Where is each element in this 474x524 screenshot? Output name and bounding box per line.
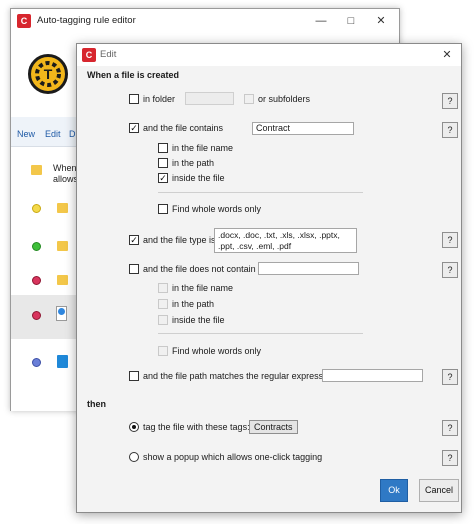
- menu-edit[interactable]: Edit: [45, 129, 61, 139]
- folder-icon: [57, 275, 68, 285]
- in-path-checkbox[interactable]: [158, 158, 168, 168]
- minimize-icon[interactable]: —: [313, 13, 329, 29]
- rule-list: When allows: [11, 149, 79, 411]
- maximize-icon[interactable]: □: [343, 13, 359, 29]
- red-status-icon: [32, 276, 41, 285]
- file-type-checkbox[interactable]: ✓: [129, 235, 139, 245]
- pdf-file-icon: [56, 306, 67, 321]
- green-status-icon: [32, 242, 41, 251]
- list-item-text: When: [53, 163, 77, 173]
- folder-path-field[interactable]: [185, 92, 234, 105]
- regex-input[interactable]: [322, 369, 423, 382]
- popup-tagging-label: show a popup which allows one-click tagg…: [143, 452, 323, 462]
- whole-words-checkbox[interactable]: [158, 204, 168, 214]
- app-logo-icon: C: [82, 48, 96, 62]
- tagging-gear-logo-icon: T: [28, 54, 68, 94]
- rule-editor-titlebar: C Auto-tagging rule editor — □ ✕: [11, 9, 399, 34]
- whole-words-label: Find whole words only: [172, 204, 262, 214]
- close-icon[interactable]: ✕: [373, 13, 389, 29]
- edit-dialog-body: When a file is created in folder or subf…: [77, 66, 461, 512]
- section-when-heading: When a file is created: [87, 70, 180, 80]
- inside-file-label: inside the file: [172, 173, 225, 183]
- not-in-file-name-checkbox[interactable]: [158, 283, 168, 293]
- ok-button[interactable]: Ok: [380, 479, 408, 502]
- popup-tagging-radio[interactable]: [129, 452, 139, 462]
- help-button[interactable]: ?: [442, 420, 458, 436]
- not-in-path-checkbox[interactable]: [158, 299, 168, 309]
- in-file-name-checkbox[interactable]: [158, 143, 168, 153]
- menu-delete[interactable]: D: [69, 129, 76, 139]
- not-contain-label: and the file does not contain: [143, 264, 256, 274]
- not-whole-words-label: Find whole words only: [172, 346, 262, 356]
- edit-dialog-titlebar: C Edit ✕: [77, 44, 461, 66]
- in-path-label: in the path: [172, 158, 215, 168]
- not-contain-input[interactable]: [258, 262, 359, 275]
- not-inside-file-label: inside the file: [172, 315, 225, 325]
- ie-file-icon: [57, 355, 68, 368]
- file-contains-input[interactable]: Contract: [252, 122, 354, 135]
- list-item[interactable]: [11, 347, 77, 387]
- help-button[interactable]: ?: [442, 262, 458, 278]
- in-folder-label: in folder: [143, 94, 176, 104]
- menu-new[interactable]: New: [17, 129, 35, 139]
- not-in-file-name-label: in the file name: [172, 283, 234, 293]
- file-type-input[interactable]: .docx, .doc, .txt, .xls, .xlsx, .pptx, .…: [214, 228, 357, 253]
- list-item[interactable]: [11, 189, 77, 229]
- tag-file-label: tag the file with these tags:: [143, 422, 250, 432]
- help-button[interactable]: ?: [442, 369, 458, 385]
- list-item-text: allows: [53, 174, 79, 184]
- section-then-heading: then: [87, 399, 106, 409]
- divider: [158, 333, 363, 334]
- folder-icon: [31, 165, 42, 175]
- or-subfolders-label: or subfolders: [258, 94, 311, 104]
- in-folder-checkbox[interactable]: [129, 94, 139, 104]
- file-contains-label: and the file contains: [143, 123, 224, 133]
- help-button[interactable]: ?: [442, 93, 458, 109]
- app-logo-icon: C: [17, 14, 31, 28]
- regex-checkbox[interactable]: [129, 371, 139, 381]
- edit-dialog: C Edit ✕ When a file is created in folde…: [76, 43, 462, 513]
- help-button[interactable]: ?: [442, 450, 458, 466]
- help-button[interactable]: ?: [442, 122, 458, 138]
- cancel-button[interactable]: Cancel: [419, 479, 459, 502]
- inside-file-checkbox[interactable]: ✓: [158, 173, 168, 183]
- divider: [158, 192, 363, 193]
- tags-button[interactable]: Contracts: [249, 420, 298, 434]
- svg-text:T: T: [44, 66, 53, 82]
- red-status-icon: [32, 311, 41, 320]
- not-contain-checkbox[interactable]: [129, 264, 139, 274]
- close-icon[interactable]: ✕: [439, 47, 455, 63]
- help-button[interactable]: ?: [442, 232, 458, 248]
- in-file-name-label: in the file name: [172, 143, 234, 153]
- folder-icon: [57, 241, 68, 251]
- file-contains-checkbox[interactable]: ✓: [129, 123, 139, 133]
- not-inside-file-checkbox[interactable]: [158, 315, 168, 325]
- not-in-path-label: in the path: [172, 299, 215, 309]
- or-subfolders-checkbox[interactable]: [244, 94, 254, 104]
- tag-file-radio[interactable]: [129, 422, 139, 432]
- file-type-label: and the file type is: [143, 235, 216, 245]
- yellow-status-icon: [32, 204, 41, 213]
- regex-label: and the file path matches the regular ex…: [143, 371, 336, 381]
- edit-dialog-title: Edit: [100, 49, 117, 60]
- not-whole-words-checkbox[interactable]: [158, 346, 168, 356]
- rule-editor-title: Auto-tagging rule editor: [37, 15, 136, 26]
- folder-icon: [57, 203, 68, 213]
- blue-status-icon: [32, 358, 41, 367]
- list-item[interactable]: [11, 295, 77, 339]
